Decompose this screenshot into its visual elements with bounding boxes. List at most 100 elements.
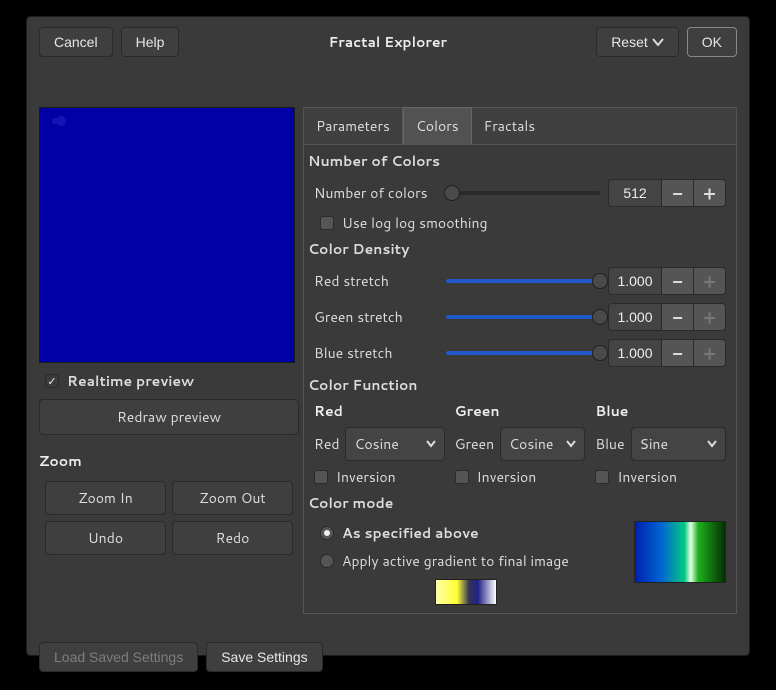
- density-input[interactable]: [608, 303, 662, 331]
- dialog-content: Realtime preview Redraw preview Zoom Zoo…: [27, 67, 749, 684]
- reset-label: Reset: [611, 34, 648, 50]
- zoom-title: Zoom: [39, 451, 299, 471]
- inversion-label: Inversion: [336, 467, 396, 487]
- cancel-button[interactable]: Cancel: [39, 27, 113, 57]
- density-input[interactable]: [608, 339, 662, 367]
- realtime-preview-checkbox[interactable]: [45, 374, 59, 388]
- inversion-row[interactable]: Inversion: [455, 467, 586, 487]
- dialog-title: Fractal Explorer: [187, 32, 588, 52]
- density-row-0: Red stretch −+: [306, 263, 734, 299]
- colormode-row: As specified above Apply active gradient…: [306, 517, 734, 605]
- density-label: Green stretch: [314, 307, 438, 327]
- density-plus[interactable]: +: [694, 267, 726, 295]
- density-minus[interactable]: −: [662, 267, 694, 295]
- density-title: Color Density: [306, 235, 734, 263]
- function-columns: Red Red Cosine Inversion Green Green Cosine Inv…: [306, 399, 734, 489]
- density-plus[interactable]: +: [694, 339, 726, 367]
- inversion-checkbox[interactable]: [314, 470, 328, 484]
- radio-above-label: As specified above: [342, 523, 479, 543]
- tab-fractals[interactable]: Fractals: [472, 108, 548, 144]
- chevron-down-icon: [426, 440, 436, 448]
- result-gradient-swatch[interactable]: [634, 521, 726, 583]
- inversion-label: Inversion: [617, 467, 677, 487]
- ok-button[interactable]: OK: [687, 27, 737, 57]
- chevron-down-icon: [652, 37, 664, 47]
- colormode-title: Color mode: [306, 489, 734, 517]
- main-row: Realtime preview Redraw preview Zoom Zoo…: [39, 107, 737, 614]
- numcolors-title: Number of Colors: [306, 147, 734, 175]
- bottom-button-row: Load Saved Settings Save Settings: [39, 636, 737, 672]
- density-slider[interactable]: [446, 351, 600, 355]
- function-col-red: Red Red Cosine Inversion: [314, 401, 445, 487]
- load-settings-button[interactable]: Load Saved Settings: [39, 642, 198, 672]
- density-slider[interactable]: [446, 279, 600, 283]
- density-spin: −+: [608, 303, 726, 331]
- density-label: Red stretch: [314, 271, 438, 291]
- realtime-preview-label: Realtime preview: [67, 371, 194, 391]
- radio-above[interactable]: [320, 526, 334, 540]
- density-slider[interactable]: [446, 315, 600, 319]
- density-row-2: Blue stretch−+: [306, 335, 734, 371]
- function-combo-green[interactable]: Cosine: [500, 427, 585, 461]
- numcolors-input[interactable]: [608, 179, 662, 207]
- function-title: Color Function: [306, 371, 734, 399]
- tab-bar: Parameters Colors Fractals: [304, 108, 736, 145]
- redo-button[interactable]: Redo: [172, 521, 293, 555]
- zoom-out-button[interactable]: Zoom Out: [172, 481, 293, 515]
- density-spin: −+: [608, 267, 726, 295]
- density-minus[interactable]: −: [662, 303, 694, 331]
- inversion-row[interactable]: Inversion: [314, 467, 445, 487]
- zoom-grid: Zoom In Zoom Out Undo Redo: [39, 481, 299, 555]
- function-combo-value: Sine: [640, 434, 668, 454]
- density-spin: −+: [608, 339, 726, 367]
- help-button[interactable]: Help: [121, 27, 180, 57]
- density-input[interactable]: [608, 267, 662, 295]
- colormode-option-gradient[interactable]: Apply active gradient to final image: [314, 549, 618, 573]
- function-label: Red: [314, 434, 339, 454]
- loglog-row[interactable]: Use log log smoothing: [306, 211, 734, 235]
- redraw-button[interactable]: Redraw preview: [39, 399, 299, 435]
- function-combo-red[interactable]: Cosine: [345, 427, 444, 461]
- left-column: Realtime preview Redraw preview Zoom Zoo…: [39, 107, 299, 555]
- loglog-checkbox[interactable]: [320, 216, 334, 230]
- numcolors-spin: − +: [608, 179, 726, 207]
- inversion-label: Inversion: [477, 467, 537, 487]
- function-combo-value: Cosine: [354, 434, 398, 454]
- colormode-option-above[interactable]: As specified above: [314, 521, 618, 545]
- tab-colors[interactable]: Colors: [403, 107, 472, 144]
- fractal-explorer-dialog: Cancel Help Fractal Explorer Reset OK Re…: [26, 16, 750, 656]
- numcolors-label: Number of colors: [314, 183, 438, 203]
- inversion-checkbox[interactable]: [455, 470, 469, 484]
- loglog-label: Use log log smoothing: [342, 213, 488, 233]
- inversion-row[interactable]: Inversion: [595, 467, 726, 487]
- chevron-down-icon: [566, 440, 576, 448]
- fractal-preview[interactable]: [39, 107, 295, 363]
- function-label: Blue: [595, 434, 624, 454]
- function-col-green: Green Green Cosine Inversion: [455, 401, 586, 487]
- numcolors-row: Number of colors − +: [306, 175, 734, 211]
- function-head: Green: [455, 401, 586, 421]
- density-plus[interactable]: +: [694, 303, 726, 331]
- colors-panel: Number of Colors Number of colors − +: [304, 145, 736, 613]
- undo-button[interactable]: Undo: [45, 521, 166, 555]
- function-label: Green: [455, 434, 494, 454]
- function-col-blue: BlueBlueSineInversion: [595, 401, 726, 487]
- numcolors-plus[interactable]: +: [694, 179, 726, 207]
- function-combo-blue[interactable]: Sine: [631, 427, 727, 461]
- zoom-in-button[interactable]: Zoom In: [45, 481, 166, 515]
- density-row-1: Green stretch −+: [306, 299, 734, 335]
- reset-button[interactable]: Reset: [596, 27, 679, 57]
- function-combo-value: Cosine: [509, 434, 553, 454]
- radio-gradient[interactable]: [320, 554, 334, 568]
- colormode-options: As specified above Apply active gradient…: [314, 521, 618, 605]
- numcolors-slider[interactable]: [446, 191, 600, 195]
- active-gradient-swatch[interactable]: [435, 579, 497, 605]
- save-settings-button[interactable]: Save Settings: [206, 642, 322, 672]
- inversion-checkbox[interactable]: [595, 470, 609, 484]
- dialog-header: Cancel Help Fractal Explorer Reset OK: [27, 17, 749, 67]
- tab-parameters[interactable]: Parameters: [304, 108, 403, 144]
- numcolors-minus[interactable]: −: [662, 179, 694, 207]
- density-minus[interactable]: −: [662, 339, 694, 367]
- realtime-preview-row[interactable]: Realtime preview: [39, 369, 299, 393]
- function-head: Red: [314, 401, 445, 421]
